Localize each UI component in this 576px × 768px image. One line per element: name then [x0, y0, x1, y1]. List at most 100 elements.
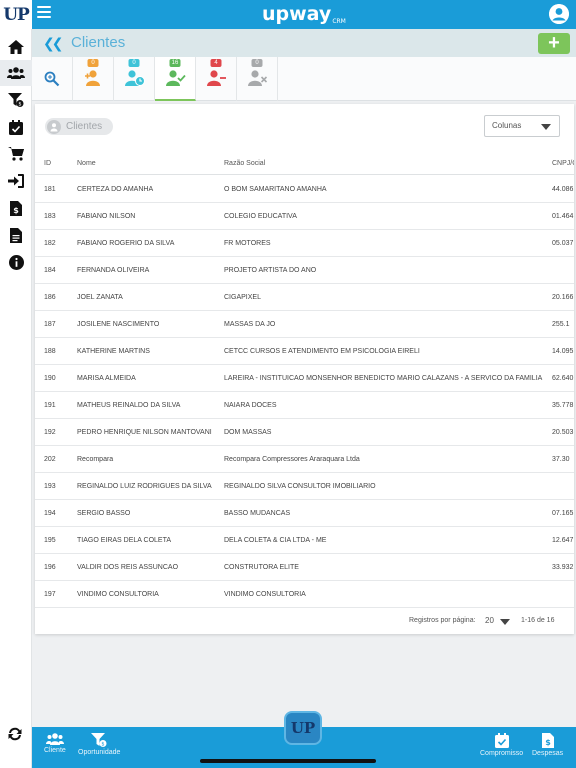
table-row[interactable]: 181 CERTEZA DO AMANHA O BOM SAMARITANO AMA…: [35, 176, 574, 203]
shopping-cart-icon[interactable]: [7, 145, 25, 163]
cell-id: 192: [44, 429, 56, 436]
cell-cnpj: 05.037: [552, 240, 574, 247]
header-nome[interactable]: Nome: [77, 159, 96, 169]
remove-user-icon: [207, 70, 226, 86]
svg-text:$: $: [18, 102, 21, 108]
chip-user-icon: [47, 119, 61, 134]
cell-nome: VINDIMO CONSULTORIA: [77, 591, 159, 598]
sign-in-icon[interactable]: [7, 172, 25, 190]
nav-oportunidade[interactable]: $ Oportunidade: [78, 733, 120, 756]
tab-blocked-clients[interactable]: 0: [237, 57, 278, 101]
cell-cnpj: 14.095: [552, 348, 574, 355]
table-row[interactable]: 184 FERNANDA OLIVEIRA PROJETO ARTISTA DO A…: [35, 257, 574, 284]
table-row[interactable]: 191 MATHEUS REINALDO DA SILVA NAIARA DOCES…: [35, 392, 574, 419]
cell-id: 191: [44, 402, 56, 409]
table-row[interactable]: 183 FABIANO NILSON COLEGIO EDUCATIVA 01.464: [35, 203, 574, 230]
table-row[interactable]: 194 SERGIO BASSO BASSO MUDANCAS 07.165: [35, 500, 574, 527]
center-app-logo[interactable]: UP: [284, 711, 322, 745]
cell-razao-social: CONSTRUTORA ELITE: [224, 564, 299, 571]
cell-razao-social: BASSO MUDANCAS: [224, 510, 291, 517]
cell-nome: Recompara: [77, 456, 114, 463]
cell-cnpj: 33.932: [552, 564, 574, 571]
table-row[interactable]: 193 REGINALDO LUIZ RODRIGUES DA SILVA REGI…: [35, 473, 574, 500]
tab-inactive-clients[interactable]: 4: [196, 57, 237, 101]
caret-down-icon[interactable]: [500, 619, 510, 625]
clients-icon[interactable]: [0, 60, 32, 86]
tab-new-clients[interactable]: 0: [73, 57, 114, 101]
brand-name: upway: [262, 3, 332, 25]
invoice-dollar-icon: $: [541, 733, 554, 748]
sidebar: $ $: [0, 29, 32, 768]
user-avatar-icon[interactable]: [549, 4, 569, 24]
tab-badge-inactive: 4: [210, 59, 222, 67]
header-id[interactable]: ID: [44, 159, 51, 169]
back-chevron-icon[interactable]: ❮❮: [43, 35, 64, 52]
table-row[interactable]: 188 KATHERINE MARTINS CETCC CURSOS E ATEND…: [35, 338, 574, 365]
cell-id: 181: [44, 186, 56, 193]
cell-cnpj: 07.165: [552, 510, 574, 517]
hamburger-menu-icon[interactable]: [37, 6, 51, 20]
cell-id: 194: [44, 510, 56, 517]
tab-pending-clients[interactable]: 0: [114, 57, 155, 101]
cell-razao-social: DELA COLETA & CIA LTDA - ME: [224, 537, 327, 544]
cell-razao-social: DOM MASSAS: [224, 429, 272, 436]
filter-chip[interactable]: Clientes: [45, 118, 113, 135]
header-cnpj[interactable]: CNPJ/C: [552, 159, 574, 169]
cell-nome: VALDIR DOS REIS ASSUNCAO: [77, 564, 179, 571]
tab-badge-pending: 0: [128, 59, 140, 67]
add-client-button[interactable]: +: [538, 33, 570, 54]
cell-id: 196: [44, 564, 56, 571]
header-razao-social[interactable]: Razão Social: [224, 159, 265, 169]
cell-razao-social: O BOM SAMARITANO AMANHA: [224, 186, 327, 193]
opportunity-filter-icon[interactable]: $: [7, 91, 25, 109]
home-icon[interactable]: [7, 38, 25, 56]
invoice-dollar-icon[interactable]: $: [7, 199, 25, 217]
document-icon[interactable]: [7, 226, 25, 244]
cell-razao-social: PROJETO ARTISTA DO ANO: [224, 267, 317, 274]
table-row[interactable]: 187 JOSILENE NASCIMENTO MASSAS DA JO 255.1: [35, 311, 574, 338]
table-row[interactable]: 196 VALDIR DOS REIS ASSUNCAO CONSTRUTORA E…: [35, 554, 574, 581]
cell-id: 190: [44, 375, 56, 382]
info-icon[interactable]: [7, 253, 25, 271]
nav-cliente[interactable]: Cliente: [44, 733, 66, 754]
table-row[interactable]: 197 VINDIMO CONSULTORIA VINDIMO CONSULTORI…: [35, 581, 574, 608]
tab-active-clients[interactable]: 16: [155, 57, 196, 101]
rows-per-page-select[interactable]: 20: [485, 616, 494, 625]
cell-razao-social: VINDIMO CONSULTORIA: [224, 591, 306, 598]
table-row[interactable]: 190 MARISA ALMEIDA LAREIRA - INSTITUICAO M…: [35, 365, 574, 392]
logo-text: UP: [3, 4, 30, 25]
filter-chip-label: Clientes: [66, 121, 103, 132]
nav-compromisso-label: Compromisso: [480, 750, 524, 757]
cell-nome: CERTEZA DO AMANHA: [77, 186, 154, 193]
calendar-check-icon: [494, 733, 509, 748]
cell-cnpj: 01.464: [552, 213, 574, 220]
app-logo[interactable]: UP: [0, 0, 32, 29]
user-clock-icon: [125, 70, 145, 86]
cell-id: 187: [44, 321, 56, 328]
center-logo-text: UP: [290, 719, 316, 737]
table-row[interactable]: 192 PEDRO HENRIQUE NILSON MANTOVANI DOM MA…: [35, 419, 574, 446]
sync-icon[interactable]: [7, 726, 23, 747]
nav-despesas[interactable]: $ Despesas: [532, 733, 563, 757]
table-row[interactable]: 195 TIAGO EIRAS DELA COLETA DELA COLETA & …: [35, 527, 574, 554]
tab-search[interactable]: [32, 57, 73, 101]
cell-razao-social: Recompara Compressores Araraquara Ltda: [224, 456, 360, 463]
calendar-check-icon[interactable]: [7, 118, 25, 136]
cell-id: 202: [44, 456, 56, 463]
clients-icon: [45, 733, 64, 745]
nav-cliente-label: Cliente: [44, 747, 66, 754]
nav-compromisso[interactable]: Compromisso: [480, 733, 523, 757]
top-bar: UP upwayCRM: [0, 0, 576, 29]
cell-razao-social: COLEGIO EDUCATIVA: [224, 213, 297, 220]
cell-nome: FERNANDA OLIVEIRA: [77, 267, 150, 274]
cell-nome: MATHEUS REINALDO DA SILVA: [77, 402, 181, 409]
cell-cnpj: 37.30: [552, 456, 570, 463]
cell-nome: PEDRO HENRIQUE NILSON MANTOVANI: [77, 429, 212, 436]
table-row[interactable]: 202 Recompara Recompara Compressores Arara…: [35, 446, 574, 473]
cell-id: 197: [44, 591, 56, 598]
cell-razao-social: REGINALDO SILVA CONSULTOR IMOBILIARIO: [224, 483, 376, 490]
table-row[interactable]: 186 JOEL ZANATA CIGAPIXEL 20.166: [35, 284, 574, 311]
columns-select[interactable]: Colunas: [484, 115, 560, 137]
cell-cnpj: 20.166: [552, 294, 574, 301]
table-row[interactable]: 182 FABIANO ROGERIO DA SILVA FR MOTORES 05.…: [35, 230, 574, 257]
